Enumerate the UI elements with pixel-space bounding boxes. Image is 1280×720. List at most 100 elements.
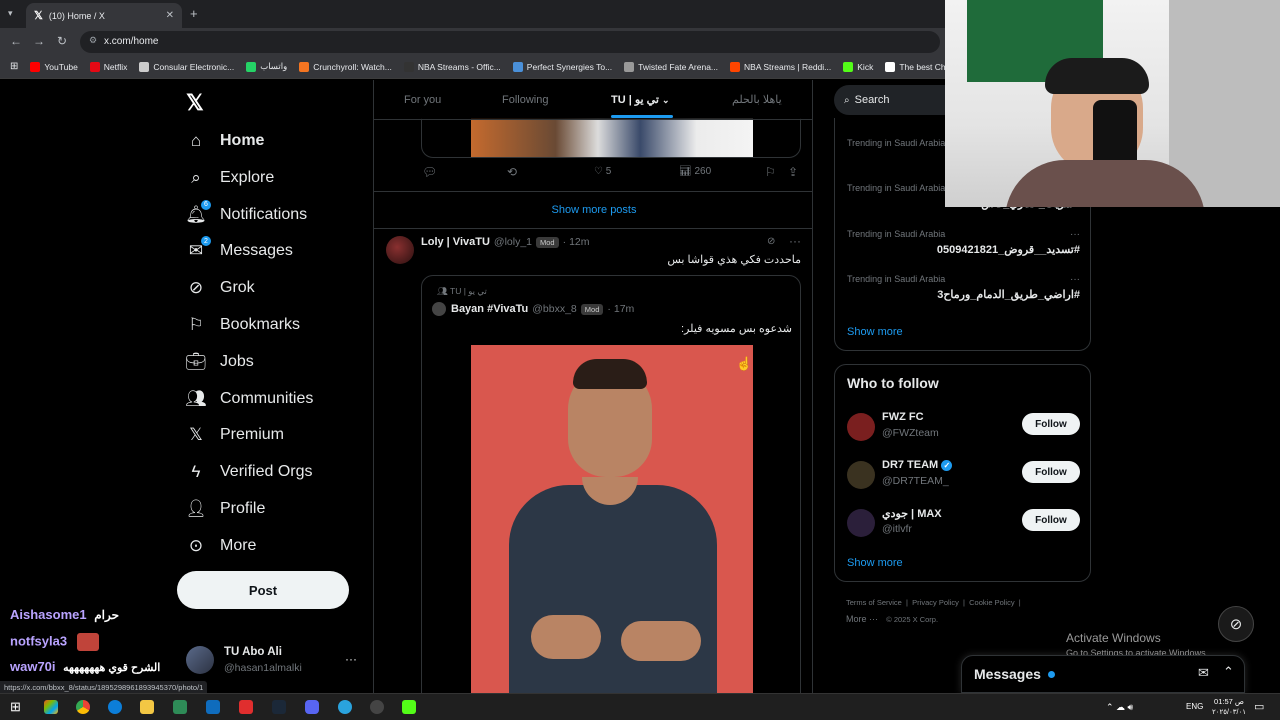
avatar[interactable] (386, 236, 414, 264)
reload-icon[interactable]: ↻ (57, 34, 67, 48)
suggestion-name[interactable]: FWZ FC (882, 411, 924, 423)
bookmark-item[interactable]: NBA Streams - Offic... (403, 61, 501, 72)
grok-icon[interactable]: ⊘ (767, 236, 775, 247)
follow-button[interactable]: Follow (1022, 413, 1080, 435)
close-icon[interactable]: ✕ (166, 10, 174, 21)
bookmark-item[interactable]: واتساب (246, 61, 287, 72)
suggestion-name[interactable]: DR7 TEAM ✓ (882, 459, 953, 471)
tab-community-2[interactable]: ياهلا بالحلم (732, 93, 782, 106)
quote-photo[interactable] (471, 345, 753, 693)
tab-search-icon[interactable]: ▾ (8, 8, 13, 19)
show-more-trends-link[interactable]: Show more (847, 326, 903, 338)
url-input[interactable]: ⚙ x.com/home (80, 31, 940, 53)
follow-button[interactable]: Follow (1022, 509, 1080, 531)
forward-icon[interactable]: → (33, 34, 45, 48)
kick-icon[interactable] (402, 700, 416, 714)
back-icon[interactable]: ← (10, 34, 22, 48)
notifications-icon[interactable]: ▭ (1254, 700, 1264, 713)
avatar[interactable] (847, 461, 875, 489)
like-button[interactable]: ♡ 5 (594, 166, 611, 177)
bookmark-item[interactable]: Kick (843, 61, 873, 72)
store-icon[interactable] (173, 700, 187, 714)
telegram-icon[interactable] (338, 700, 352, 714)
bookmark-item[interactable]: Consular Electronic... (139, 61, 234, 72)
new-message-icon[interactable]: ✉ (1198, 665, 1209, 681)
avatar[interactable] (186, 646, 214, 674)
reply-icon[interactable]: 💬︎ (422, 165, 437, 179)
cookie-link[interactable]: Cookie Policy (969, 598, 1014, 607)
tab-for-you[interactable]: For you (404, 94, 441, 106)
nav-item-verified-orgs[interactable]: ϟ Verified Orgs (185, 461, 313, 483)
messages-drawer[interactable]: Messages ✉ ⌃ (961, 655, 1245, 693)
app-icon[interactable] (239, 700, 253, 714)
site-info-icon[interactable]: ⚙ (89, 35, 97, 46)
tab-tu-community[interactable]: TU | تي يو ⌄ (611, 93, 670, 106)
post-author-name[interactable]: Loly | VivaTU (421, 236, 490, 248)
nav-item-profile[interactable]: 👤︎ Profile (185, 498, 265, 520)
show-more-posts-button[interactable]: Show more posts (374, 192, 812, 228)
post-button[interactable]: Post (177, 571, 349, 609)
follow-suggestion[interactable]: FWZ FC @FWZteam Follow (835, 409, 1092, 449)
quoted-post[interactable]: 👥︎ TU | تي يو Bayan #VivaTu @bbxx_8 Mod … (421, 275, 801, 693)
clock-date[interactable]: ٢٠٢٥/٠٣/٠١ (1210, 708, 1248, 716)
bookmark-item[interactable]: Twisted Fate Arena... (624, 61, 718, 72)
privacy-link[interactable]: Privacy Policy (912, 598, 959, 607)
more-icon[interactable]: ··· (1070, 274, 1080, 285)
suggestion-name[interactable]: جودي | MAX (882, 507, 942, 520)
new-tab-icon[interactable]: + (190, 6, 198, 21)
outlook-icon[interactable] (206, 700, 220, 714)
tab-following[interactable]: Following (502, 94, 548, 106)
nav-item-jobs[interactable]: 💼︎ Jobs (185, 351, 254, 373)
previous-post-media[interactable] (421, 118, 801, 158)
follow-button[interactable]: Follow (1022, 461, 1080, 483)
more-icon[interactable]: ··· (1070, 229, 1080, 240)
post-time[interactable]: 12m (569, 236, 589, 248)
bookmark-item[interactable]: Perfect Synergies To... (512, 61, 612, 72)
media-image[interactable] (471, 118, 753, 157)
nav-item-premium[interactable]: 𝕏 Premium (185, 424, 284, 446)
nav-item-communities[interactable]: 👥︎ Communities (185, 388, 313, 410)
account-name[interactable]: TU Abo Ali (224, 646, 282, 658)
nav-item-more[interactable]: ⊙ More (185, 535, 257, 557)
more-link[interactable]: More ··· (846, 614, 878, 624)
expand-icon[interactable]: ⌃ (1223, 664, 1234, 680)
language-indicator[interactable]: ENG (1186, 702, 1203, 711)
avatar[interactable] (847, 509, 875, 537)
nav-item-messages[interactable]: ✉ 2 Messages (185, 236, 293, 262)
terms-link[interactable]: Terms of Service (846, 598, 902, 607)
views-button[interactable]: 📊︎ 260 (679, 166, 711, 177)
nav-item-explore[interactable]: ⌕ Explore (185, 167, 274, 189)
repost-icon[interactable]: ⟲ (507, 165, 517, 179)
avatar[interactable] (847, 413, 875, 441)
trend-item[interactable]: Trending in Saudi Arabia ··· #تسديد__قروض_… (847, 229, 1080, 256)
system-tray-icons[interactable]: ⌃ ☁ 🔊︎ (1106, 702, 1133, 713)
grok-icon[interactable]: ⊘ (1218, 606, 1254, 642)
bookmark-item[interactable]: NBA Streams | Reddi... (730, 61, 831, 72)
file-explorer-icon[interactable] (140, 700, 154, 714)
discord-icon[interactable] (305, 700, 319, 714)
browser-tab[interactable]: 𝕏 (10) Home / X ✕ (26, 3, 182, 28)
more-icon[interactable]: ··· (345, 652, 357, 666)
x-logo-icon[interactable]: 𝕏 (186, 90, 204, 116)
steam-icon[interactable] (272, 700, 286, 714)
bookmark-icon[interactable]: ⚐ (765, 165, 776, 179)
nav-item-notifications[interactable]: 🔔︎ 6 Notifications (185, 199, 307, 226)
nav-item-bookmarks[interactable]: ⚐ Bookmarks (185, 314, 300, 336)
trend-item[interactable]: Trending in Saudi Arabia ··· #اراضي_طريق_ا… (847, 274, 1080, 301)
nav-item-home[interactable]: ⌂ Home (185, 130, 265, 152)
more-icon[interactable]: ··· (789, 234, 801, 248)
post-author-handle[interactable]: @loly_1 (494, 236, 532, 248)
bookmark-item[interactable]: Netflix (89, 61, 127, 72)
copilot-icon[interactable] (44, 700, 58, 714)
chrome-icon[interactable] (76, 700, 90, 714)
share-icon[interactable]: ⇪ (788, 165, 798, 179)
apps-grid-icon[interactable]: ⊞ (10, 61, 18, 72)
windows-start-icon[interactable]: ⊞ (10, 699, 21, 715)
video-downloader-icon[interactable] (370, 700, 384, 714)
clock-time[interactable]: 01:57 ص (1212, 697, 1246, 706)
bookmark-item[interactable]: Crunchyroll: Watch... (299, 61, 392, 72)
edge-icon[interactable] (108, 700, 122, 714)
nav-item-grok[interactable]: ⊘ Grok (185, 277, 255, 299)
follow-suggestion[interactable]: DR7 TEAM ✓ @DR7TEAM_ Follow (835, 457, 1092, 497)
show-more-suggestions-link[interactable]: Show more (847, 557, 903, 569)
